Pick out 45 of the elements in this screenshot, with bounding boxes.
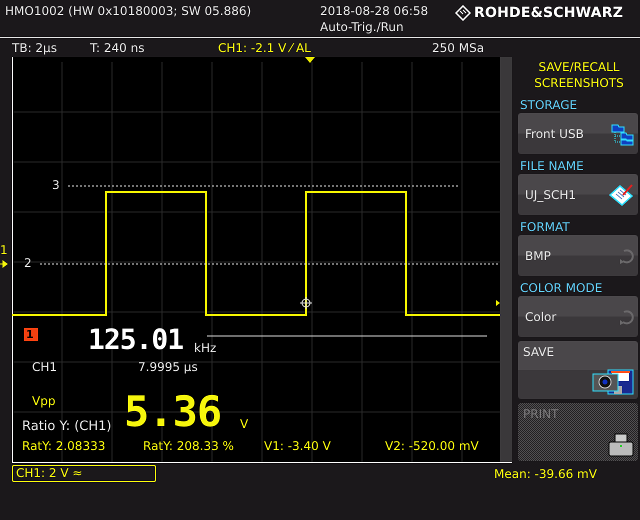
status-text: T: 240 ns (90, 40, 146, 54)
mean-value: Mean: -39.66 mV (494, 467, 597, 483)
logo-icon (455, 5, 471, 21)
camera-floppy-icon (592, 369, 634, 396)
status-text: 250 MSa (432, 40, 486, 54)
printer-icon (608, 432, 634, 457)
cursor-marker: 1 (24, 328, 38, 341)
cycle-icon (618, 248, 634, 264)
cycle-icon (618, 308, 634, 325)
ratio-value: V2: -520.00 mV (385, 439, 479, 453)
reference-marker: 3 (52, 178, 60, 192)
menu-title: SCREENSHOTS (533, 75, 625, 91)
channel-label: CH1 (32, 360, 58, 374)
reference-marker: 2 (24, 256, 32, 270)
menu-heading: COLOR MODE (519, 280, 604, 296)
menu-title: SAVE/RECALL (538, 59, 620, 75)
menu-heading: FORMAT (519, 219, 571, 236)
measurement-label: Vpp (32, 394, 56, 408)
trigger-position-icon (305, 57, 315, 63)
menu-button[interactable]: BMP (518, 235, 638, 276)
measurement-value: 5.36 (124, 395, 222, 429)
menu-button[interactable]: SAVE (518, 341, 638, 400)
channel-settings[interactable]: CH1: 2 V ≈ (12, 465, 156, 482)
period-value: 7.9995 µs (138, 360, 198, 374)
device-info: HMO1002 (HW 0x10180003; SW 05.886) (4, 3, 252, 20)
trigger-mode: Auto-Trig./Run (320, 20, 405, 34)
folder-tree-icon (610, 122, 634, 146)
menu-button[interactable]: UJ_SCH1 (518, 174, 638, 216)
ratio-title: Ratio Y: (CH1) (22, 419, 112, 434)
notepad-icon (608, 182, 634, 207)
menu-heading: FILE NAME (519, 158, 585, 174)
menu-button[interactable]: Color (518, 296, 638, 338)
frequency-value: 125.01 (88, 329, 184, 352)
menu-button[interactable]: Front USB (518, 113, 638, 154)
measurement-unit: V (240, 417, 248, 431)
frequency-unit: kHz (194, 341, 216, 355)
menu-heading: STORAGE (519, 97, 578, 113)
ratio-value: RatY: 208.33 % (143, 439, 234, 453)
trigger-crosshair-icon (300, 296, 312, 310)
ratio-value: RatY: 2.08333 (22, 439, 106, 453)
brand-name: ROHDE&SCHWARZ (474, 5, 624, 21)
status-text: CH1: -2.1 V ⁄ AL (218, 40, 312, 54)
status-text: TB: 2µs (12, 40, 58, 54)
ratio-value: V1: -3.40 V (264, 439, 331, 453)
date-time: 2018-08-28 06:58 (320, 4, 430, 18)
